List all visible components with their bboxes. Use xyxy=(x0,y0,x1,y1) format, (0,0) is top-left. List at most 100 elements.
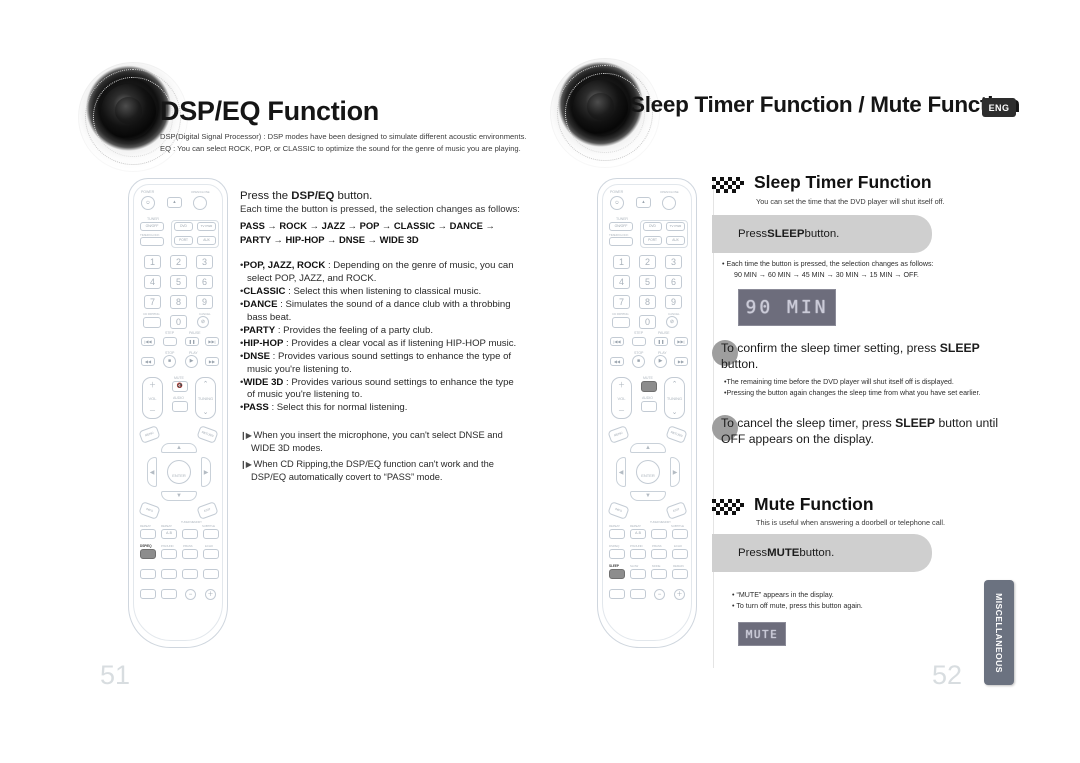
stop-button[interactable]: ■ xyxy=(163,355,176,368)
zoom-button[interactable] xyxy=(630,589,646,599)
fastforward-button[interactable]: ▶▶ xyxy=(674,357,688,366)
psound-button[interactable] xyxy=(630,549,646,559)
repeat-button[interactable] xyxy=(609,529,625,539)
number-button-0[interactable]: 0 xyxy=(170,315,187,329)
number-button-6[interactable]: 6 xyxy=(196,275,213,289)
tvpwr-button[interactable]: TV PWR xyxy=(666,222,685,231)
number-button-7[interactable]: 7 xyxy=(144,295,161,309)
mute-button-highlighted[interactable] xyxy=(641,381,657,392)
dpad-right-button[interactable]: ▶ xyxy=(201,457,211,487)
number-button-0[interactable]: 0 xyxy=(639,315,656,329)
play-button[interactable]: ▶ xyxy=(185,355,198,368)
number-button-4[interactable]: 4 xyxy=(144,275,161,289)
remain-button[interactable] xyxy=(203,569,219,579)
tvpwr-button[interactable]: TV PWR xyxy=(197,222,216,231)
rewind-button[interactable]: ◀◀ xyxy=(141,357,155,366)
mic-volume-up-button[interactable]: ＋ xyxy=(205,589,216,600)
audio-button[interactable] xyxy=(641,401,657,412)
echo-button[interactable] xyxy=(203,549,219,559)
zoom-button[interactable] xyxy=(161,589,177,599)
number-button-8[interactable]: 8 xyxy=(170,295,187,309)
number-button-6[interactable]: 6 xyxy=(665,275,682,289)
timer-clock-button[interactable] xyxy=(609,237,633,246)
tuner-onoff-button[interactable]: ON/OFF xyxy=(609,222,633,231)
number-button-4[interactable]: 4 xyxy=(613,275,630,289)
volume-rocker[interactable]: ＋ VOL － xyxy=(611,377,632,419)
number-button-2[interactable]: 2 xyxy=(170,255,187,269)
rewind-button[interactable]: ◀◀ xyxy=(610,357,624,366)
repeat-ab-button[interactable]: A-B xyxy=(630,529,646,539)
dpad-down-button[interactable]: ▼ xyxy=(630,491,666,501)
slow-button[interactable] xyxy=(161,569,177,579)
cd-ripping-button[interactable] xyxy=(612,317,630,328)
aux-button[interactable]: AUX xyxy=(666,236,685,245)
number-button-2[interactable]: 2 xyxy=(639,255,656,269)
slow-button[interactable] xyxy=(630,569,646,579)
tuner-onoff-button[interactable]: ON/OFF xyxy=(140,222,164,231)
tuning-rocker[interactable]: ⌃ TUNING ⌄ xyxy=(195,377,216,419)
dvd-button[interactable]: DVD xyxy=(643,222,662,231)
psound-button[interactable] xyxy=(161,549,177,559)
subtitle-button[interactable] xyxy=(672,529,688,539)
remain-button[interactable] xyxy=(672,569,688,579)
cancel-button[interactable]: ⊘ xyxy=(666,316,678,328)
volume-rocker[interactable]: ＋ VOL － xyxy=(142,377,163,419)
cd-ripping-button[interactable] xyxy=(143,317,161,328)
next-button[interactable]: ▶▶| xyxy=(205,337,219,346)
fastforward-button[interactable]: ▶▶ xyxy=(205,357,219,366)
number-button-3[interactable]: 3 xyxy=(665,255,682,269)
repeat-ab-button[interactable]: A-B xyxy=(161,529,177,539)
mic-volume-up-button[interactable]: ＋ xyxy=(674,589,685,600)
number-button-7[interactable]: 7 xyxy=(613,295,630,309)
number-button-5[interactable]: 5 xyxy=(170,275,187,289)
root-button[interactable] xyxy=(140,589,156,599)
pbass-button[interactable] xyxy=(651,549,667,559)
dpad-right-button[interactable]: ▶ xyxy=(670,457,680,487)
number-button-1[interactable]: 1 xyxy=(144,255,161,269)
power-button[interactable]: ⏻ xyxy=(610,196,624,210)
sleep-button[interactable] xyxy=(140,569,156,579)
subtitle-button[interactable] xyxy=(203,529,219,539)
echo-button[interactable] xyxy=(672,549,688,559)
mute-button[interactable]: 🔇 xyxy=(172,381,188,392)
mic-volume-down-button[interactable]: − xyxy=(654,589,665,600)
step-button[interactable] xyxy=(632,337,646,346)
dpad-up-button[interactable]: ▲ xyxy=(630,443,666,453)
number-button-1[interactable]: 1 xyxy=(613,255,630,269)
mode-button[interactable] xyxy=(651,569,667,579)
eject-button[interactable]: ▲ xyxy=(167,197,182,208)
dspeq-button-highlighted[interactable] xyxy=(140,549,156,559)
pause-button[interactable]: ❚❚ xyxy=(185,337,199,346)
play-button[interactable]: ▶ xyxy=(654,355,667,368)
mic-volume-down-button[interactable]: − xyxy=(185,589,196,600)
root-button[interactable] xyxy=(609,589,625,599)
dvd-button[interactable]: DVD xyxy=(174,222,193,231)
number-button-5[interactable]: 5 xyxy=(639,275,656,289)
enter-button[interactable]: ENTER xyxy=(636,460,660,484)
pause-button[interactable]: ❚❚ xyxy=(654,337,668,346)
open-close-button[interactable] xyxy=(193,196,207,210)
sleep-button-highlighted[interactable] xyxy=(609,569,625,579)
number-button-9[interactable]: 9 xyxy=(665,295,682,309)
open-close-button[interactable] xyxy=(662,196,676,210)
dpad-left-button[interactable]: ◀ xyxy=(147,457,157,487)
aux-button[interactable]: AUX xyxy=(197,236,216,245)
dpad-left-button[interactable]: ◀ xyxy=(616,457,626,487)
dpad-down-button[interactable]: ▼ xyxy=(161,491,197,501)
tuner-memory-button[interactable] xyxy=(651,529,667,539)
step-button[interactable] xyxy=(163,337,177,346)
number-button-8[interactable]: 8 xyxy=(639,295,656,309)
number-button-9[interactable]: 9 xyxy=(196,295,213,309)
stop-button[interactable]: ■ xyxy=(632,355,645,368)
cancel-button[interactable]: ⊘ xyxy=(197,316,209,328)
repeat-button[interactable] xyxy=(140,529,156,539)
prev-button[interactable]: |◀◀ xyxy=(610,337,624,346)
pbass-button[interactable] xyxy=(182,549,198,559)
audio-button[interactable] xyxy=(172,401,188,412)
port-button[interactable]: PORT xyxy=(174,236,193,245)
timer-clock-button[interactable] xyxy=(140,237,164,246)
port-button[interactable]: PORT xyxy=(643,236,662,245)
tuning-rocker[interactable]: ⌃ TUNING ⌄ xyxy=(664,377,685,419)
prev-button[interactable]: |◀◀ xyxy=(141,337,155,346)
next-button[interactable]: ▶▶| xyxy=(674,337,688,346)
